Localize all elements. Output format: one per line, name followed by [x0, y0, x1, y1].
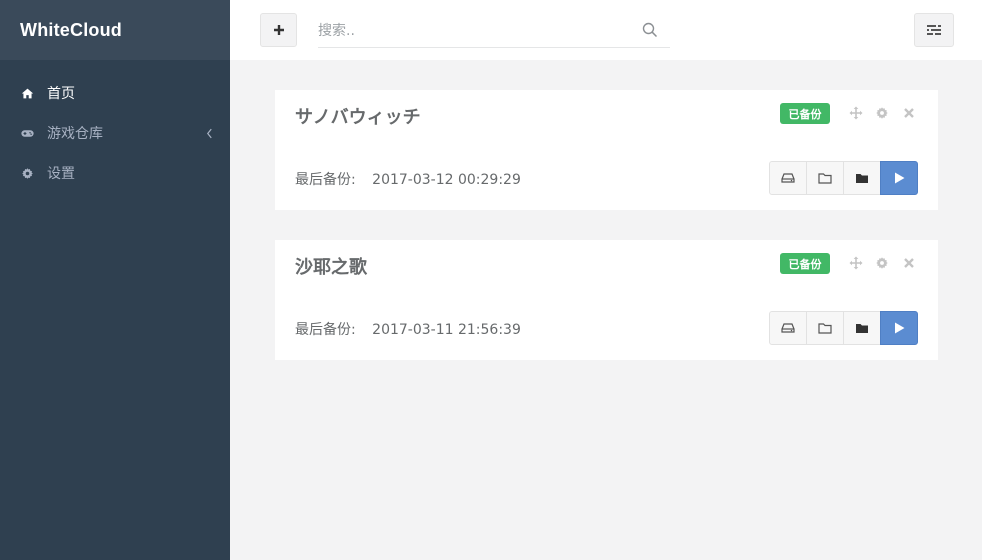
- sidebar-item-game-library[interactable]: 游戏仓库: [0, 113, 230, 153]
- sidebar-item-settings[interactable]: 设置: [0, 153, 230, 193]
- status-badge: 已备份: [780, 103, 830, 124]
- backup-folder-button[interactable]: [843, 311, 881, 345]
- list-menu-icon: [927, 25, 941, 35]
- open-folder-button[interactable]: [806, 311, 844, 345]
- sidebar-item-label: 设置: [47, 166, 75, 182]
- play-button[interactable]: [880, 161, 918, 195]
- action-button-group: [769, 311, 918, 345]
- drive-button[interactable]: [769, 161, 807, 195]
- game-card: 沙耶之歌 已备份 最后备份: 2017-03-11 21:56:39: [275, 240, 938, 360]
- hdd-icon: [781, 323, 795, 333]
- close-icon[interactable]: [902, 256, 916, 270]
- play-icon: [895, 172, 905, 184]
- folder-outline-icon: [818, 173, 832, 184]
- close-icon[interactable]: [902, 106, 916, 120]
- chevron-left-icon[interactable]: [206, 126, 216, 140]
- folder-icon: [856, 174, 868, 183]
- menu-toggle-button[interactable]: [914, 13, 954, 47]
- play-icon: [895, 322, 905, 334]
- folder-outline-icon: [818, 323, 832, 334]
- gear-icon[interactable]: [875, 256, 889, 270]
- sidebar-item-home[interactable]: 首页: [0, 73, 230, 113]
- backup-info: 最后备份: 2017-03-12 00:29:29: [295, 169, 521, 189]
- gear-icon: [20, 166, 34, 180]
- drive-button[interactable]: [769, 311, 807, 345]
- gear-icon[interactable]: [875, 106, 889, 120]
- play-button[interactable]: [880, 311, 918, 345]
- hdd-icon: [781, 173, 795, 183]
- game-title: 沙耶之歌: [295, 257, 367, 278]
- action-button-group: [769, 161, 918, 195]
- search-input[interactable]: [318, 14, 628, 47]
- status-badge: 已备份: [780, 253, 830, 274]
- search-icon[interactable]: [642, 22, 658, 38]
- sidebar-item-label: 游戏仓库: [47, 126, 103, 142]
- top-bar: [230, 0, 982, 60]
- gamepad-icon: [20, 126, 34, 140]
- backup-info: 最后备份: 2017-03-11 21:56:39: [295, 319, 521, 339]
- backup-folder-button[interactable]: [843, 161, 881, 195]
- search-box: [318, 14, 670, 48]
- sidebar-item-label: 首页: [47, 86, 75, 102]
- move-icon[interactable]: [849, 106, 863, 120]
- home-icon: [20, 86, 34, 100]
- plus-icon: [273, 25, 284, 35]
- backup-label: 最后备份:: [295, 172, 356, 188]
- move-icon[interactable]: [849, 256, 863, 270]
- add-game-button[interactable]: [260, 13, 297, 47]
- sidebar-nav: 首页 游戏仓库 设置: [0, 73, 230, 193]
- game-card: サノバウィッチ 已备份 最后备份: 2017-03-12 00:29:29: [275, 90, 938, 210]
- game-title: サノバウィッチ: [295, 107, 421, 128]
- backup-label: 最后备份:: [295, 322, 356, 338]
- app-brand[interactable]: WhiteCloud: [0, 0, 230, 60]
- folder-icon: [856, 324, 868, 333]
- backup-time: 2017-03-12 00:29:29: [372, 172, 521, 188]
- sidebar: WhiteCloud 首页 游戏仓库 设置: [0, 0, 230, 560]
- backup-time: 2017-03-11 21:56:39: [372, 322, 521, 338]
- open-folder-button[interactable]: [806, 161, 844, 195]
